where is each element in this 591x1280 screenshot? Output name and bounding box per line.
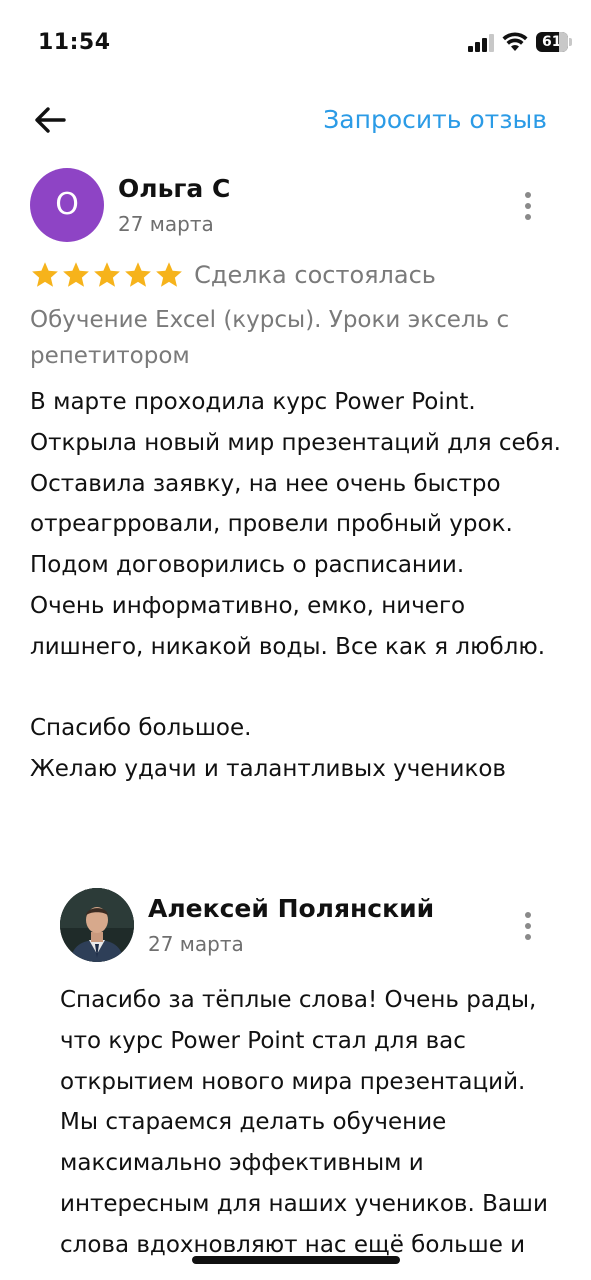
deal-status: Сделка состоялась	[194, 261, 436, 289]
review-more-menu-icon[interactable]	[518, 190, 538, 222]
review-date: 27 марта	[118, 212, 214, 236]
service-name[interactable]: Обучение Excel (курсы). Уроки эксель с р…	[30, 302, 570, 374]
star-icon	[32, 262, 58, 287]
reply-text: Спасибо за тёплые слова! Очень рады, что…	[60, 987, 548, 1258]
status-time: 11:54	[38, 30, 111, 55]
wifi-icon	[502, 32, 528, 51]
request-review-button[interactable]: Запросить отзыв	[323, 105, 547, 134]
star-icon	[156, 262, 182, 287]
battery-level: 61	[536, 32, 568, 52]
back-button[interactable]	[30, 100, 70, 140]
cellular-signal-icon	[468, 34, 494, 52]
star-rating	[30, 260, 185, 290]
rating-row: Сделка состоялась	[30, 260, 436, 294]
star-icon	[63, 262, 89, 287]
reply-author-name: Алексей Полянский	[148, 894, 435, 923]
status-bar: 11:54 61	[0, 0, 591, 80]
reply-date: 27 марта	[148, 932, 244, 956]
reviewer-name: Ольга С	[118, 174, 231, 203]
battery-icon: 61	[536, 32, 572, 52]
reviewer-avatar: О	[30, 168, 104, 242]
star-icon	[125, 262, 151, 287]
arrow-left-icon	[35, 107, 66, 133]
star-icon	[94, 262, 120, 287]
reply-more-menu-icon[interactable]	[518, 910, 538, 942]
home-indicator	[192, 1256, 400, 1264]
review-text: В марте проходила курс Power Point. Откр…	[30, 389, 561, 783]
reply-author-avatar	[60, 888, 134, 962]
